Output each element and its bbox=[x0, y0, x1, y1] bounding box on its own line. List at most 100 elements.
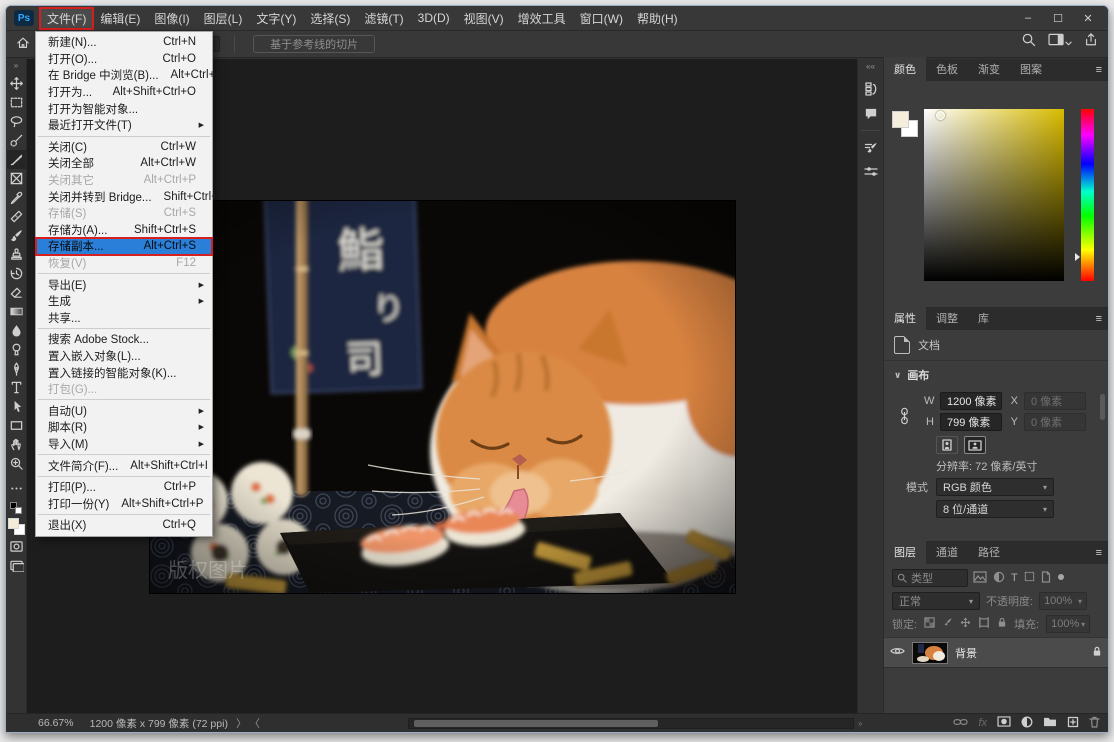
lasso-tool-icon[interactable] bbox=[7, 112, 26, 131]
tab-layers[interactable]: 图层 bbox=[884, 540, 926, 564]
width-field[interactable]: 1200 像素 bbox=[940, 392, 1002, 410]
menu-bar-item[interactable]: 窗口(W) bbox=[573, 8, 630, 29]
foreground-background-swatches[interactable] bbox=[8, 518, 25, 535]
workspace-icon[interactable] bbox=[1048, 33, 1072, 52]
menu-bar-item[interactable]: 帮助(H) bbox=[630, 8, 685, 29]
lock-artboard-icon[interactable] bbox=[978, 617, 990, 631]
tab-swatches[interactable]: 色板 bbox=[926, 57, 968, 81]
file-menu-item[interactable]: 关闭并转到 Bridge... Shift+Ctrl+W bbox=[36, 188, 212, 205]
lock-transparent-icon[interactable] bbox=[924, 617, 935, 631]
file-menu-item[interactable]: 恢复(V) F12 bbox=[36, 255, 212, 272]
file-menu-item[interactable]: 打印一份(Y) Alt+Shift+Ctrl+P bbox=[36, 495, 212, 512]
tab-patterns[interactable]: 图案 bbox=[1010, 57, 1052, 81]
file-menu-item[interactable]: 关闭(C) Ctrl+W bbox=[36, 139, 212, 156]
tool-presets-panel-icon[interactable] bbox=[859, 160, 882, 184]
portrait-orientation-button[interactable] bbox=[936, 436, 958, 454]
blend-mode-dropdown[interactable]: 正常▾ bbox=[892, 592, 980, 610]
file-menu-item[interactable]: 打开为智能对象... bbox=[36, 100, 212, 117]
zoom-tool-icon[interactable] bbox=[7, 454, 26, 473]
scrollbar-end-icon[interactable]: » bbox=[858, 719, 862, 728]
file-menu-item[interactable]: 导入(M) ▶ bbox=[36, 436, 212, 453]
zoom-level[interactable]: 66.67% bbox=[38, 717, 74, 729]
tab-libraries[interactable]: 库 bbox=[968, 306, 999, 330]
new-layer-icon[interactable] bbox=[1067, 716, 1079, 731]
panel-menu-icon[interactable]: ≡ bbox=[1096, 547, 1102, 559]
file-menu-item[interactable]: 在 Bridge 中浏览(B)... Alt+Ctrl+O bbox=[36, 67, 212, 84]
menu-bar-item[interactable]: 滤镜(T) bbox=[357, 8, 410, 29]
dodge-tool-icon[interactable] bbox=[7, 340, 26, 359]
object-selection-tool-icon[interactable] bbox=[7, 131, 26, 150]
file-menu-item[interactable]: 搜索 Adobe Stock... bbox=[36, 331, 212, 348]
menu-bar-item[interactable]: 视图(V) bbox=[457, 8, 511, 29]
tab-color[interactable]: 颜色 bbox=[884, 57, 926, 81]
layer-row-background[interactable]: 背景 bbox=[884, 638, 1108, 668]
hue-slider-marker[interactable] bbox=[1075, 253, 1080, 261]
hue-slider[interactable] bbox=[1081, 109, 1094, 281]
file-menu-item[interactable] bbox=[36, 134, 212, 139]
filter-shape-layers-icon[interactable] bbox=[1024, 571, 1035, 585]
edit-toolbar-icon[interactable] bbox=[7, 479, 26, 498]
tab-properties[interactable]: 属性 bbox=[884, 306, 926, 330]
healing-brush-tool-icon[interactable] bbox=[7, 207, 26, 226]
file-menu-item[interactable] bbox=[36, 271, 212, 276]
file-menu-item[interactable]: 共享... bbox=[36, 310, 212, 327]
path-selection-tool-icon[interactable] bbox=[7, 397, 26, 416]
delete-layer-icon[interactable] bbox=[1089, 716, 1100, 731]
landscape-orientation-button[interactable] bbox=[964, 436, 986, 454]
file-menu-item[interactable]: 存储副本... Alt+Ctrl+S bbox=[36, 238, 212, 255]
eraser-tool-icon[interactable] bbox=[7, 283, 26, 302]
layer-style-icon[interactable]: fx bbox=[978, 717, 987, 729]
filter-smart-objects-icon[interactable] bbox=[1041, 571, 1051, 586]
menu-bar-item[interactable]: 3D(D) bbox=[411, 9, 457, 27]
search-icon[interactable] bbox=[1021, 32, 1036, 52]
layer-thumbnail[interactable] bbox=[912, 642, 948, 664]
clone-stamp-tool-icon[interactable] bbox=[7, 245, 26, 264]
add-adjustment-icon[interactable] bbox=[1021, 716, 1033, 731]
color-field-marker[interactable] bbox=[936, 111, 945, 120]
toolbar-collapse-icon[interactable]: » bbox=[14, 61, 18, 70]
scrollbar-thumb[interactable] bbox=[414, 720, 658, 727]
color-panel-swatches[interactable] bbox=[892, 111, 918, 137]
minimize-button[interactable]: – bbox=[1014, 8, 1042, 28]
new-group-icon[interactable] bbox=[1043, 716, 1057, 730]
status-arrows-icon[interactable]: 〉 〈 bbox=[236, 716, 260, 731]
pen-tool-icon[interactable] bbox=[7, 359, 26, 378]
canvas-horizontal-scrollbar[interactable] bbox=[408, 718, 854, 729]
filter-pixel-layers-icon[interactable] bbox=[973, 571, 987, 586]
bit-depth-dropdown[interactable]: 8 位/通道▾ bbox=[936, 500, 1054, 518]
opacity-field[interactable]: 100%▾ bbox=[1039, 592, 1087, 610]
close-button[interactable]: ✕ bbox=[1074, 8, 1102, 28]
file-menu-item[interactable] bbox=[36, 397, 212, 402]
share-icon[interactable] bbox=[1084, 32, 1098, 52]
file-menu-item[interactable]: 生成 ▶ bbox=[36, 293, 212, 310]
marquee-tool-icon[interactable] bbox=[7, 93, 26, 112]
color-mode-dropdown[interactable]: RGB 颜色▾ bbox=[936, 478, 1054, 496]
file-menu-item[interactable]: 自动(U) ▶ bbox=[36, 402, 212, 419]
file-menu-item[interactable]: 脚本(R) ▶ bbox=[36, 419, 212, 436]
slices-from-guides-button[interactable]: 基于参考线的切片 bbox=[253, 35, 375, 53]
eyedropper-tool-icon[interactable] bbox=[7, 188, 26, 207]
color-field[interactable] bbox=[924, 109, 1064, 281]
file-menu-item[interactable]: 最近打开文件(T) ▶ bbox=[36, 117, 212, 134]
filter-type-layers-icon[interactable]: T bbox=[1011, 572, 1018, 584]
lock-image-icon[interactable] bbox=[942, 617, 953, 631]
menu-bar-item[interactable]: 图像(I) bbox=[147, 8, 196, 29]
default-colors-icon[interactable] bbox=[10, 502, 22, 514]
layer-filter-search[interactable]: 类型 bbox=[892, 569, 968, 587]
link-layers-icon[interactable] bbox=[953, 717, 968, 729]
panel-menu-icon[interactable]: ≡ bbox=[1096, 313, 1102, 325]
file-menu-item[interactable]: 关闭全部 Alt+Ctrl+W bbox=[36, 155, 212, 172]
file-menu-item[interactable]: 置入嵌入对象(L)... bbox=[36, 348, 212, 365]
hand-tool-icon[interactable] bbox=[7, 435, 26, 454]
home-icon[interactable] bbox=[16, 36, 30, 53]
tab-channels[interactable]: 通道 bbox=[926, 540, 968, 564]
file-menu-item[interactable]: 导出(E) ▶ bbox=[36, 276, 212, 293]
menu-bar-item[interactable]: 选择(S) bbox=[303, 8, 357, 29]
blur-tool-icon[interactable] bbox=[7, 321, 26, 340]
tab-paths[interactable]: 路径 bbox=[968, 540, 1010, 564]
link-dimensions-icon[interactable] bbox=[900, 407, 909, 428]
lock-all-icon[interactable] bbox=[997, 617, 1007, 631]
layer-visibility-icon[interactable] bbox=[890, 646, 905, 659]
file-menu-item[interactable]: 关闭其它 Alt+Ctrl+P bbox=[36, 172, 212, 189]
file-menu-item[interactable] bbox=[36, 474, 212, 479]
